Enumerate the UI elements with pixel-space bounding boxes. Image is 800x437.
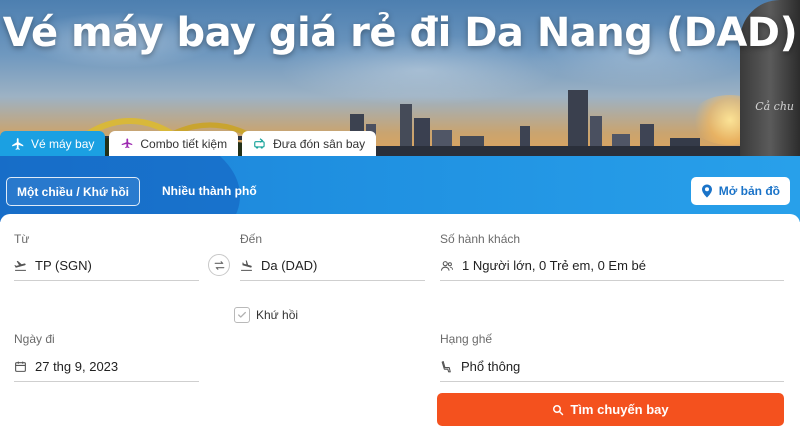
depart-date-label: Ngày đi [14, 332, 55, 346]
takeoff-icon [14, 260, 26, 271]
search-mode-bar: Một chiều / Khứ hồi Nhiều thành phố Mở b… [0, 156, 800, 222]
from-label: Từ [14, 232, 30, 246]
round-trip-toggle[interactable]: Khứ hồi [234, 307, 298, 323]
one-way-round-trip-label: Một chiều / Khứ hồi [17, 184, 130, 199]
passengers-label: Số hành khách [440, 232, 521, 246]
tab-airport-transfer-label: Đưa đón sân bay [273, 136, 366, 151]
open-map-button[interactable]: Mở bản đồ [690, 177, 790, 205]
product-tabs: Vé máy bay Combo tiết kiệm Đưa đón sân b… [0, 131, 377, 156]
depart-date-value: 27 thg 9, 2023 [35, 359, 119, 374]
seat-icon [441, 360, 451, 372]
tab-flights-label: Vé máy bay [31, 136, 95, 151]
landing-icon [241, 260, 252, 271]
check-icon [238, 311, 246, 318]
from-value: TP (SGN) [35, 258, 92, 273]
multi-city-link[interactable]: Nhiều thành phố [162, 184, 257, 198]
statue-caption: Cả chu [755, 100, 794, 113]
from-field[interactable]: TP (SGN) [14, 251, 199, 281]
one-way-round-trip-button[interactable]: Một chiều / Khứ hồi [6, 177, 141, 206]
calendar-icon [15, 361, 26, 372]
combo-plane-hotel-icon [122, 137, 133, 148]
open-map-label: Mở bản đồ [718, 184, 780, 198]
round-trip-label: Khứ hồi [256, 308, 299, 322]
tab-combo-label: Combo tiết kiệm [140, 136, 228, 151]
seat-class-value: Phổ thông [461, 359, 521, 374]
search-icon [553, 404, 564, 415]
passengers-value: 1 Người lớn, 0 Trẻ em, 0 Em bé [462, 258, 646, 273]
swap-airports-button[interactable] [208, 254, 230, 276]
depart-date-field[interactable]: 27 thg 9, 2023 [14, 352, 199, 382]
to-value: Da (DAD) [261, 258, 318, 273]
passengers-field[interactable]: 1 Người lớn, 0 Trẻ em, 0 Em bé [440, 251, 784, 281]
round-trip-checkbox[interactable] [234, 307, 250, 323]
tab-flights[interactable]: Vé máy bay [0, 131, 106, 156]
page-title: Vé máy bay giá rẻ đi Da Nang (DAD) [2, 10, 798, 56]
airport-transfer-icon [254, 137, 265, 149]
search-flights-button[interactable]: Tìm chuyến bay [437, 393, 784, 426]
seat-class-label: Hạng ghế [440, 332, 493, 346]
to-field[interactable]: Da (DAD) [240, 251, 425, 281]
search-flights-label: Tìm chuyến bay [570, 402, 669, 417]
map-pin-icon [701, 184, 712, 198]
airplane-icon [12, 137, 24, 150]
seat-class-field[interactable]: Phổ thông [440, 352, 784, 382]
tab-combo[interactable]: Combo tiết kiệm [109, 131, 239, 156]
people-icon [440, 260, 454, 271]
tab-airport-transfer[interactable]: Đưa đón sân bay [242, 131, 377, 156]
swap-arrows-icon [214, 260, 224, 270]
to-label: Đến [240, 232, 263, 246]
